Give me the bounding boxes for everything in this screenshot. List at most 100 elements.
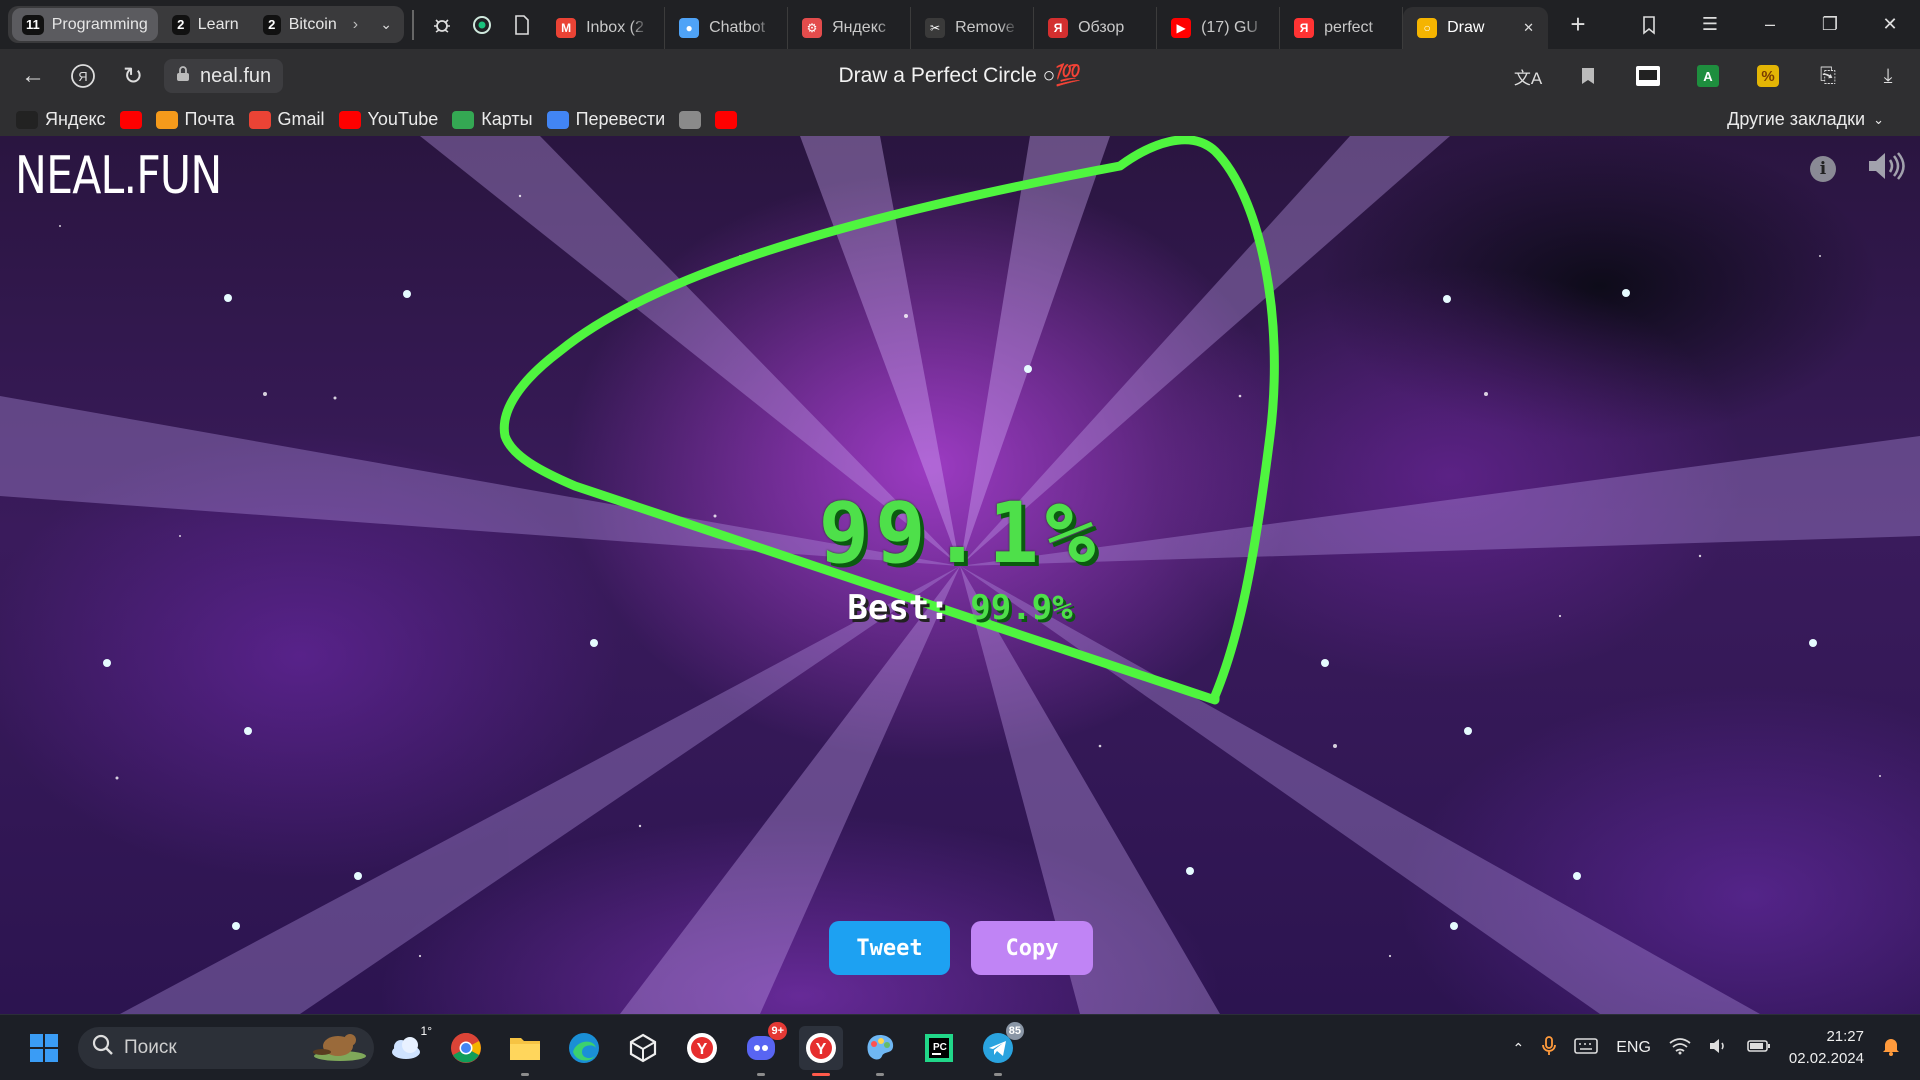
running-indicator [812,1073,830,1076]
browser-tab[interactable]: Яperfect [1280,7,1404,49]
bug-icon[interactable] [422,5,462,45]
collections-icon[interactable] [1620,0,1680,49]
gmail-icon: M [556,18,577,38]
chrome-icon[interactable] [444,1026,488,1070]
browser-tab[interactable]: ○ Draw ✕ [1403,7,1548,49]
bookmark-item[interactable]: YouTube [338,109,439,130]
tweet-button[interactable]: Tweet [829,921,950,975]
running-indicator [876,1073,884,1076]
tab-title: Chatbot [709,19,766,36]
info-icon[interactable]: i [1810,155,1836,182]
bookmark-item[interactable] [715,110,738,129]
site-logo[interactable]: NEAL.FUN [15,146,222,206]
notification-bell-icon[interactable] [1882,1036,1900,1061]
bookmark-item[interactable] [679,110,702,129]
reload-icon[interactable]: ↻ [108,51,158,101]
yandex-home-icon[interactable]: Я [58,51,108,101]
svg-text:PC: PC [933,1042,947,1053]
discord-badge: 9+ [768,1022,787,1040]
chevron-down-icon[interactable]: ⌄ [372,5,400,45]
close-tab-icon[interactable]: ✕ [1523,20,1534,36]
clock-date: 02.02.2024 [1788,1050,1864,1067]
language-indicator[interactable]: ENG [1616,1039,1651,1057]
remove-bg-icon: ✂ [925,18,946,38]
browser-tab[interactable]: ✂ Remove [911,7,1035,49]
blank-page-icon[interactable] [502,5,542,45]
youtube-icon [338,110,361,129]
weather-icon[interactable]: 1° [384,1024,432,1070]
discord-icon[interactable]: 9+ [739,1022,787,1076]
back-arrow-icon[interactable]: ← [8,51,58,101]
bookmark-label: Карты [481,109,533,129]
bookmark-item[interactable]: Почта [155,109,235,130]
chevron-down-icon: ⌄ [1873,111,1884,127]
copy-button[interactable]: Copy [971,921,1093,975]
other-bookmarks[interactable]: Другие закладки ⌄ [1727,103,1884,136]
bookmark-item[interactable]: Перевести [546,109,666,130]
close-window-icon[interactable]: ✕ [1860,0,1920,49]
tab-group-programming[interactable]: 11 Programming [12,8,158,41]
menu-icon[interactable]: ☰ [1680,0,1740,49]
battery-icon[interactable] [1747,1038,1771,1059]
volume-icon[interactable] [1709,1037,1729,1060]
circle-icon: ○ [1417,18,1438,38]
new-tab-icon[interactable]: + [1558,5,1598,45]
bookmark-item[interactable]: Яндекс [16,109,106,130]
tab-title: (17) GU [1201,19,1258,36]
download-icon[interactable]: ⤓ [1862,54,1914,98]
page-canvas[interactable]: NEAL.FUN i 99.1% Best: 99.9% Tweet Copy [0,136,1920,1014]
wifi-icon[interactable] [1669,1037,1691,1060]
bookmark-label: Почта [184,109,235,129]
restore-icon[interactable]: ❐ [1800,0,1860,49]
discount-extension-icon[interactable]: % [1742,54,1794,98]
browser-tab[interactable]: ● Chatbot [665,7,789,49]
telegram-badge: 85 [1005,1022,1024,1040]
browser-tab[interactable]: Я Обзор [1034,7,1158,49]
running-indicator [994,1073,1002,1076]
windows-start-icon[interactable] [22,1026,66,1070]
browser-tab[interactable]: ⚙ Яндекс [788,7,912,49]
cube-app-icon[interactable] [621,1026,665,1070]
extensions-icon[interactable]: ⎘ [1802,54,1854,98]
yandex-browser-active-icon[interactable]: Y [799,1026,843,1076]
mail-icon [155,110,178,129]
tab-group-bitcoin[interactable]: 2 Bitcoin › [253,8,368,41]
youtube-icon: ▶ [1171,18,1192,38]
telegram-icon[interactable]: 85 [976,1022,1024,1076]
minimize-icon[interactable]: – [1740,0,1800,49]
sidebar-panel-icon[interactable] [1622,54,1674,98]
paint-icon[interactable] [858,1026,902,1076]
translate-page-icon[interactable]: 文A [1502,54,1554,98]
bookmark-item[interactable]: Карты [452,109,533,130]
tab-group-learn[interactable]: 2 Learn [162,8,249,41]
bookmark-label: YouTube [367,109,439,129]
best-value: 99.9% [970,588,1073,628]
running-indicator [521,1073,529,1076]
address-bar[interactable]: neal.fun [164,59,284,93]
edge-icon[interactable] [562,1026,606,1070]
bookmark-icon[interactable] [1562,54,1614,98]
yandex-browser-icon[interactable]: Y [680,1026,724,1070]
bookmark-item[interactable]: Gmail [248,109,325,130]
bookmark-item[interactable] [119,110,142,129]
chat-bubble-icon: ● [679,18,700,38]
file-explorer-icon[interactable] [503,1026,547,1076]
keyboard-icon[interactable] [1574,1037,1599,1059]
taskbar-search[interactable]: Поиск [78,1027,374,1069]
browser-tab[interactable]: M Inbox (2 [542,7,666,49]
microphone-icon[interactable] [1542,1035,1557,1061]
lock-icon [176,65,190,88]
bookmark-label: Перевести [575,109,666,129]
tab-title: perfect [1324,19,1373,36]
beaver-illustration-icon [310,1028,368,1068]
chatgpt-icon[interactable] [462,5,502,45]
tab-group-count: 2 [171,14,190,35]
sound-icon[interactable] [1866,150,1906,187]
chevron-up-icon[interactable]: ⌃ [1513,1040,1525,1057]
clock[interactable]: 21:27 02.02.2024 [1789,1026,1864,1070]
chevron-right-icon[interactable]: › [353,16,358,34]
translate-extension-icon[interactable]: A [1682,54,1734,98]
yandex-star-icon [16,110,38,129]
pycharm-icon[interactable]: PC [917,1026,961,1070]
browser-tab[interactable]: ▶ (17) GU [1157,7,1281,49]
